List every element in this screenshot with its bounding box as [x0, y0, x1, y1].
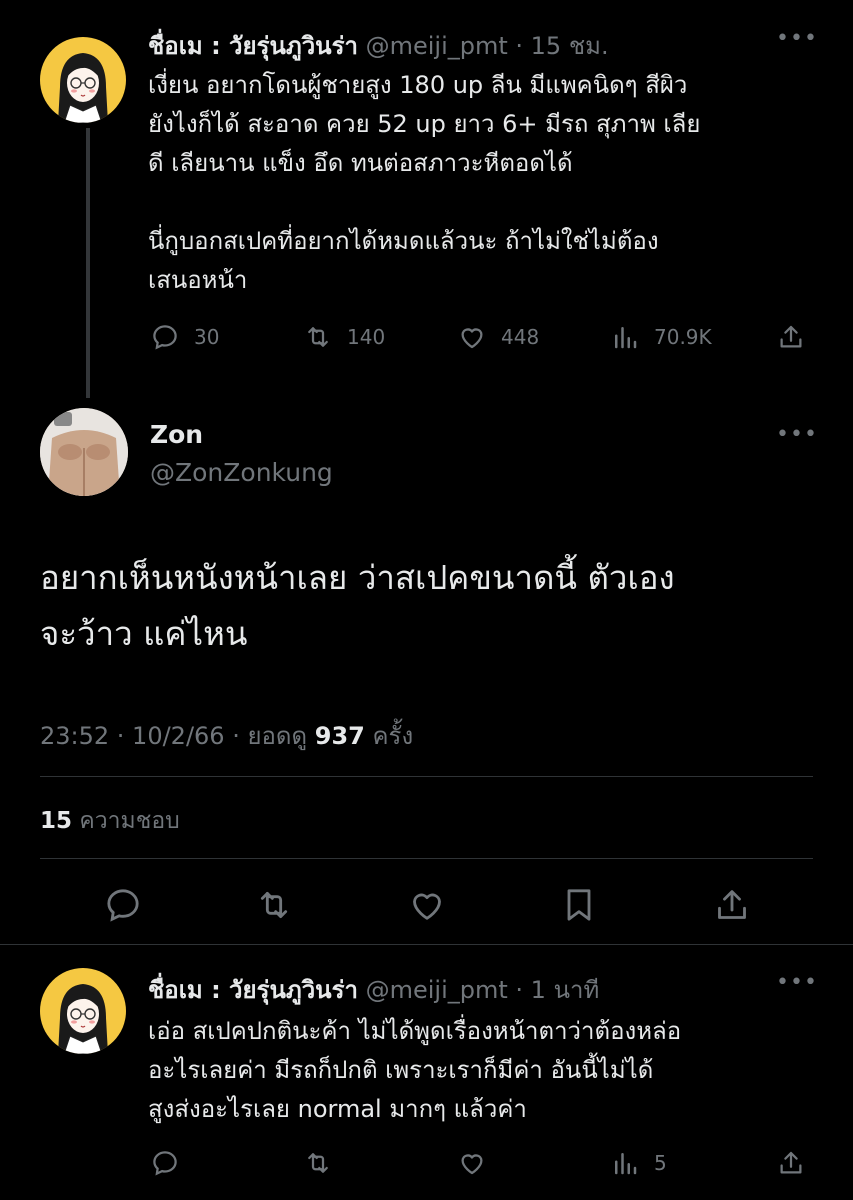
share-button[interactable]: [776, 322, 806, 352]
like-button[interactable]: [457, 1148, 487, 1178]
tweet-meta: 23:52 · 10/2/66 · ยอดดู 937 ครั้ง: [40, 716, 413, 755]
tweet-text: เอ่อ สเปคปกตินะค้า ไม่ได้พูดเรื่องหน้าตา…: [148, 1017, 682, 1123]
avatar[interactable]: [40, 408, 128, 496]
more-options-icon[interactable]: •••: [776, 26, 818, 51]
like-button[interactable]: 448: [457, 322, 539, 352]
heart-icon: [461, 328, 483, 349]
view-count: 5: [654, 1151, 667, 1175]
avatar[interactable]: [40, 968, 126, 1054]
avatar-illustration: [58, 53, 108, 123]
retweet-button[interactable]: [303, 1148, 333, 1178]
heart-icon: [413, 893, 441, 920]
retweet-icon: [308, 327, 328, 347]
handle[interactable]: @meiji_pmt: [366, 976, 508, 1004]
reply-button[interactable]: [103, 885, 143, 929]
view-count: 70.9K: [654, 325, 712, 349]
bookmark-icon: [567, 889, 591, 921]
divider: [40, 776, 813, 777]
views-icon: [615, 1153, 637, 1175]
tweet-header: ชื่อเม : วัยรุ่นภูวินร่า @meiji_pmt · 1 …: [148, 970, 599, 1009]
views-unit: ครั้ง: [372, 722, 414, 750]
view-count: 937: [314, 722, 365, 750]
more-options-icon[interactable]: •••: [776, 970, 818, 995]
likes-count: 15: [40, 808, 73, 834]
retweet-count: 140: [347, 325, 386, 349]
timestamp[interactable]: 23:52 · 10/2/66 · ยอดดู: [40, 722, 307, 750]
share-icon: [718, 890, 746, 919]
tweet-header: ชื่อเม : วัยรุ่นภูวินร่า @meiji_pmt · 15…: [148, 26, 609, 65]
reply-count: 30: [194, 325, 220, 349]
tweet-text: อยากเห็นหนังหน้าเลย ว่าสเปคขนาดนี้ ตัวเอ…: [40, 558, 675, 653]
tweet-text: เงี่ยน อยากโดนผู้ชายสูง 180 up ลีน มีแพค…: [148, 71, 701, 294]
like-count: 448: [501, 325, 540, 349]
share-button[interactable]: [712, 885, 752, 929]
divider: [40, 858, 813, 859]
reply-button[interactable]: [150, 1148, 180, 1178]
thread-line: [86, 128, 90, 398]
more-options-icon[interactable]: •••: [776, 422, 818, 447]
likes-summary[interactable]: 15 ความชอบ: [40, 803, 180, 839]
handle[interactable]: @meiji_pmt: [366, 32, 508, 60]
display-name[interactable]: ชื่อเม : วัยรุ่นภูวินร่า: [148, 976, 358, 1004]
reply-icon: [107, 889, 139, 922]
retweet-button[interactable]: [254, 885, 294, 929]
timestamp[interactable]: · 1 นาที: [515, 976, 599, 1004]
avatar-illustration: [58, 984, 108, 1054]
share-button[interactable]: [776, 1148, 806, 1178]
like-button[interactable]: [407, 885, 447, 929]
divider: [0, 944, 853, 945]
avatar[interactable]: [40, 37, 126, 123]
bookmark-button[interactable]: [559, 885, 599, 929]
display-name[interactable]: ชื่อเม : วัยรุ่นภูวินร่า: [148, 32, 358, 60]
handle[interactable]: @ZonZonkung: [150, 458, 333, 487]
views-button[interactable]: 5: [610, 1148, 667, 1178]
share-icon: [780, 1151, 802, 1174]
likes-label: ความชอบ: [79, 808, 180, 834]
retweet-icon: [260, 891, 288, 919]
reply-button[interactable]: 30: [150, 322, 219, 352]
retweet-button[interactable]: 140: [303, 322, 385, 352]
avatar-photo: [40, 408, 128, 496]
heart-icon: [461, 1154, 483, 1175]
views-button[interactable]: 70.9K: [610, 322, 712, 352]
views-icon: [615, 327, 637, 349]
display-name[interactable]: Zon: [150, 420, 203, 449]
reply-icon: [153, 325, 177, 350]
share-icon: [780, 325, 802, 348]
retweet-icon: [308, 1153, 328, 1173]
reply-icon: [153, 1151, 177, 1176]
timestamp[interactable]: · 15 ชม.: [515, 32, 608, 60]
